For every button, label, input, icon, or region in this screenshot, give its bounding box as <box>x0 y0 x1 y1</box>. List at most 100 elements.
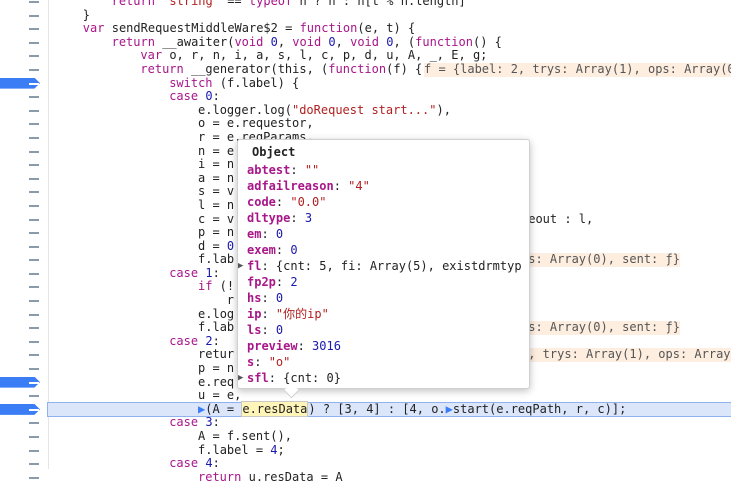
property-row: abtest: "" <box>238 162 529 178</box>
code-text: case 1: <box>169 266 220 281</box>
code-identifier: resData <box>263 469 314 484</box>
gutter-cell[interactable] <box>0 185 48 199</box>
property-row[interactable]: ▶ fl: {cnt: 5, fi: Array(5), existdrmtyp <box>238 258 529 274</box>
code-line[interactable]: return __awaiter(void 0, void 0, void 0,… <box>29 34 731 50</box>
expand-arrow-icon[interactable]: ▶ <box>238 370 247 386</box>
code-line[interactable]: switch (f.label) { <box>0 75 731 91</box>
property-value: "你的ip" <box>275 307 329 321</box>
gutter-cell[interactable] <box>0 267 48 281</box>
code-keyword: case <box>169 415 199 430</box>
gutter-cell[interactable] <box>0 9 48 23</box>
gutter-cell[interactable] <box>0 63 48 77</box>
gutter-cell[interactable] <box>0 430 48 444</box>
code-identifier: t <box>371 0 380 8</box>
code-punct <box>241 470 248 484</box>
gutter-cell[interactable] <box>0 117 48 131</box>
gutter-cell[interactable] <box>0 0 48 9</box>
property-row: preview: 3016 <box>238 338 529 354</box>
code-keyword: case <box>169 333 199 348</box>
gutter-cell[interactable] <box>0 36 48 50</box>
property-row: dltype: 3 <box>238 210 529 226</box>
property-key: abtest <box>247 163 291 177</box>
gutter-cell[interactable] <box>0 335 48 349</box>
inline-value-preview[interactable]: f = {label: 2, trys: Array(1), ops: Arra… <box>424 62 731 77</box>
gutter-cell[interactable] <box>0 444 48 458</box>
code-identifier: i <box>234 48 242 63</box>
code-punct: , <box>198 48 213 63</box>
gutter-cell[interactable] <box>0 416 48 430</box>
property-row[interactable]: ▶ sfl: {cnt: 0} <box>238 370 529 386</box>
code-punct: = <box>205 211 227 226</box>
gutter-cell[interactable] <box>0 77 48 91</box>
inline-value-preview[interactable]: 2, trys: Array(1), ops: Array <box>521 348 731 363</box>
code-punct: , <box>284 48 300 63</box>
code-line[interactable]: return u.resData = A <box>29 469 731 484</box>
code-punct: , <box>219 48 235 63</box>
code-line[interactable]: A = f.sent(), <box>29 429 731 444</box>
inline-value-preview[interactable]: ps: Array(0), sent: ƒ} <box>521 253 680 267</box>
code-punct: ; <box>480 48 488 63</box>
code-punct: , <box>371 48 387 63</box>
gutter-cell[interactable] <box>0 145 48 159</box>
gutter-cell[interactable] <box>0 90 48 104</box>
gutter-cell[interactable] <box>0 321 48 335</box>
code-punct: , <box>176 48 191 63</box>
gutter-cell[interactable] <box>0 471 48 484</box>
code-punct: = <box>205 129 227 144</box>
code-line[interactable]: case 0: <box>29 89 731 104</box>
code-line[interactable]: var sendRequestMiddleWare$2 = function(e… <box>29 21 731 36</box>
gutter-cell[interactable] <box>0 199 48 213</box>
code-number: 0 <box>270 34 278 49</box>
code-keyword: return <box>111 34 155 49</box>
code-punct: ) { <box>400 61 423 76</box>
code-identifier: d <box>364 48 372 63</box>
code-text: p = n <box>198 225 234 240</box>
code-text: } <box>83 8 90 23</box>
inline-value-preview[interactable]: ps: Array(0), sent: ƒ} <box>521 321 680 335</box>
property-value: 3 <box>304 211 313 225</box>
gutter-cell[interactable] <box>0 104 48 118</box>
code-line[interactable]: o = e.requestor, <box>29 116 731 131</box>
code-line[interactable]: } <box>29 8 731 23</box>
gutter-cell[interactable] <box>0 172 48 186</box>
expand-arrow-icon[interactable]: ▶ <box>238 258 247 274</box>
gutter-cell[interactable] <box>0 158 48 172</box>
object-preview-popover[interactable]: Object abtest: "" adfailreason: "4" code: … <box>237 139 530 389</box>
code-line[interactable]: e.logger.log("doRequest start..."), <box>29 103 731 118</box>
property-row: fp2p: 2 <box>238 274 529 290</box>
code-text: f.lab <box>198 320 234 335</box>
gutter-cell[interactable] <box>0 362 48 376</box>
code-line[interactable]: return "string" == typeof n ? n : n[t % … <box>29 0 731 9</box>
code-punct: , <box>306 116 314 131</box>
gutter-cell[interactable] <box>0 348 48 362</box>
gutter-cell[interactable] <box>0 226 48 240</box>
gutter-cell[interactable] <box>0 240 48 254</box>
gutter-cell[interactable] <box>0 376 48 390</box>
gutter-cell[interactable] <box>0 403 48 417</box>
gutter-cell[interactable] <box>0 131 48 145</box>
gutter-cell[interactable] <box>0 253 48 267</box>
code-punct: , <box>306 48 322 63</box>
step-marker-icon[interactable]: ▶ <box>446 402 453 416</box>
code-line[interactable]: return __generator(this, (function(f) {f… <box>29 61 731 77</box>
line-dash-marker <box>29 14 39 17</box>
code-line[interactable]: case 3: <box>29 415 731 430</box>
code-line-current[interactable]: ▶(A = e.resData) ? [3, 4] : [4, o.▶start… <box>0 400 731 418</box>
gutter-cell[interactable] <box>0 308 48 322</box>
code-line[interactable]: f.label = 4; <box>29 443 731 458</box>
gutter-cell[interactable] <box>0 280 48 294</box>
line-dash-marker <box>29 476 39 479</box>
gutter-cell[interactable] <box>0 22 48 36</box>
gutter-cell[interactable] <box>0 294 48 308</box>
line-dash-marker <box>29 408 39 411</box>
code-line[interactable]: var o, r, n, i, a, s, l, c, p, d, u, A, … <box>29 48 731 63</box>
gutter-cell[interactable] <box>0 49 48 63</box>
gutter-cell[interactable] <box>0 389 48 403</box>
line-dash-marker <box>29 327 39 330</box>
hovered-expression[interactable]: e.resData <box>241 400 309 417</box>
code-line[interactable]: u = e, <box>29 388 731 403</box>
code-identifier: r <box>226 293 235 308</box>
property-separator: : <box>275 243 291 257</box>
gutter-cell[interactable] <box>0 213 48 227</box>
code-punct: ) { <box>277 75 300 90</box>
